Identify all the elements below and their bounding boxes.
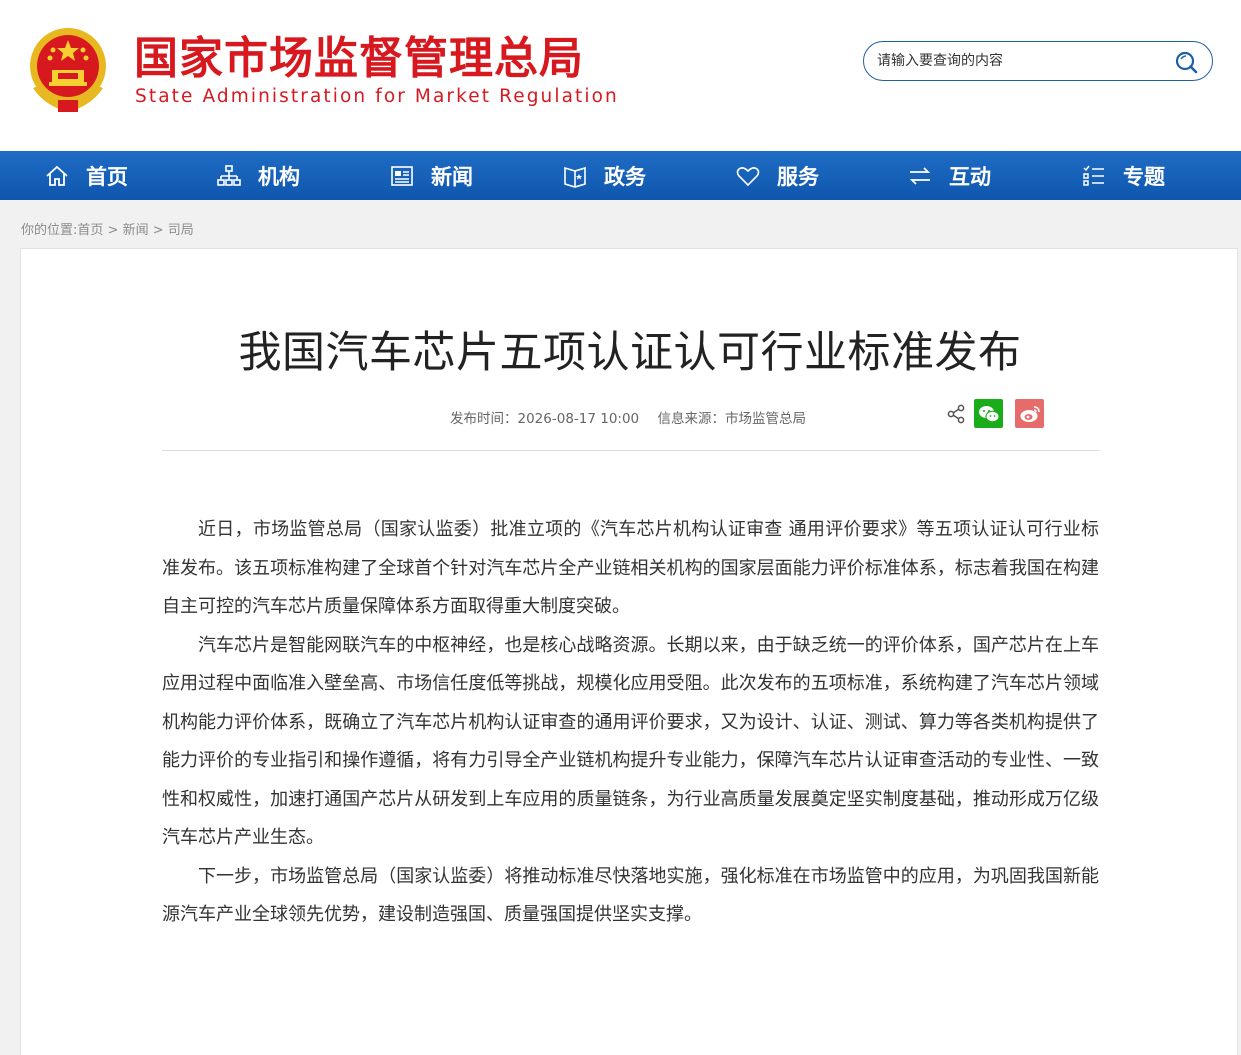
share-icon[interactable] [945,403,967,425]
weibo-share-button[interactable] [1015,399,1044,428]
nav-label: 专题 [1123,164,1165,189]
breadcrumb: 你的位置:首页 > 新闻 > 司局 [21,219,194,238]
nav-item-home[interactable]: 首页 [44,151,128,200]
nav-item-org[interactable]: 机构 [216,151,300,200]
list-icon [1083,165,1104,186]
search-icon[interactable] [1174,50,1198,74]
article-paragraph: 汽车芯片是智能网联汽车的中枢神经，也是核心战略资源。长期以来，由于缺乏统一的评价… [162,634,1099,849]
article-source: 信息来源：市场监管总局 [657,411,806,427]
breadcrumb-prefix: 你的位置: [21,223,78,238]
nav-label: 政务 [604,164,646,189]
article-container: 我国汽车芯片五项认证认可行业标准发布 发布时间：2026-08-17 10:00… [20,248,1238,1055]
nav-label: 互动 [949,164,991,189]
site-name-cn: 国家市场监督管理总局 [134,33,584,84]
breadcrumb-home[interactable]: 首页 [77,223,103,238]
nav-label: 服务 [777,164,819,189]
breadcrumb-news[interactable]: 新闻 [123,223,149,238]
nav-label: 首页 [86,164,128,189]
org-chart-icon [217,164,241,186]
nav-item-gov[interactable]: 政务 [562,151,646,200]
site-header: 国家市场监督管理总局 State Administration for Mark… [0,0,1241,151]
article-title: 我国汽车芯片五项认证认可行业标准发布 [238,328,1022,378]
home-icon [46,165,68,186]
main-nav: 首页 机构 新闻 政务 服务 互动 专题 [0,151,1241,200]
search-box [863,41,1213,81]
national-emblem-icon[interactable] [25,26,111,116]
wechat-share-button[interactable] [974,399,1003,428]
breadcrumb-separator: > [103,223,123,238]
article-meta: 发布时间：2026-08-17 10:00 信息来源：市场监管总局 [450,407,820,427]
article-body: 近日，市场监管总局（国家认监委）批准立项的《汽车芯片机构认证审查 通用评价要求》… [162,511,1099,935]
nav-item-interact[interactable]: 互动 [907,151,991,200]
nav-label: 新闻 [431,164,473,189]
nav-item-news[interactable]: 新闻 [389,151,473,200]
publish-time: 发布时间：2026-08-17 10:00 [450,411,640,427]
article-paragraph: 近日，市场监管总局（国家认监委）批准立项的《汽车芯片机构认证审查 通用评价要求》… [162,519,1099,617]
weibo-icon [1020,405,1040,422]
wechat-icon [978,405,999,422]
nav-label: 机构 [258,164,300,189]
nav-item-topics[interactable]: 专题 [1081,151,1165,200]
heart-icon [736,166,760,186]
nav-item-service[interactable]: 服务 [735,151,819,200]
exchange-icon [909,166,931,185]
site-name-en: State Administration for Market Regulati… [135,86,619,107]
breadcrumb-dept[interactable]: 司局 [168,223,194,238]
book-icon [564,166,586,188]
newspaper-icon [391,165,413,186]
breadcrumb-separator: > [148,223,168,238]
article-paragraph: 下一步，市场监管总局（国家认监委）将推动标准尽快落地实施，强化标准在市场监管中的… [162,865,1099,926]
search-input[interactable] [877,51,1167,71]
title-divider [162,450,1099,451]
share-bar [945,399,1044,428]
